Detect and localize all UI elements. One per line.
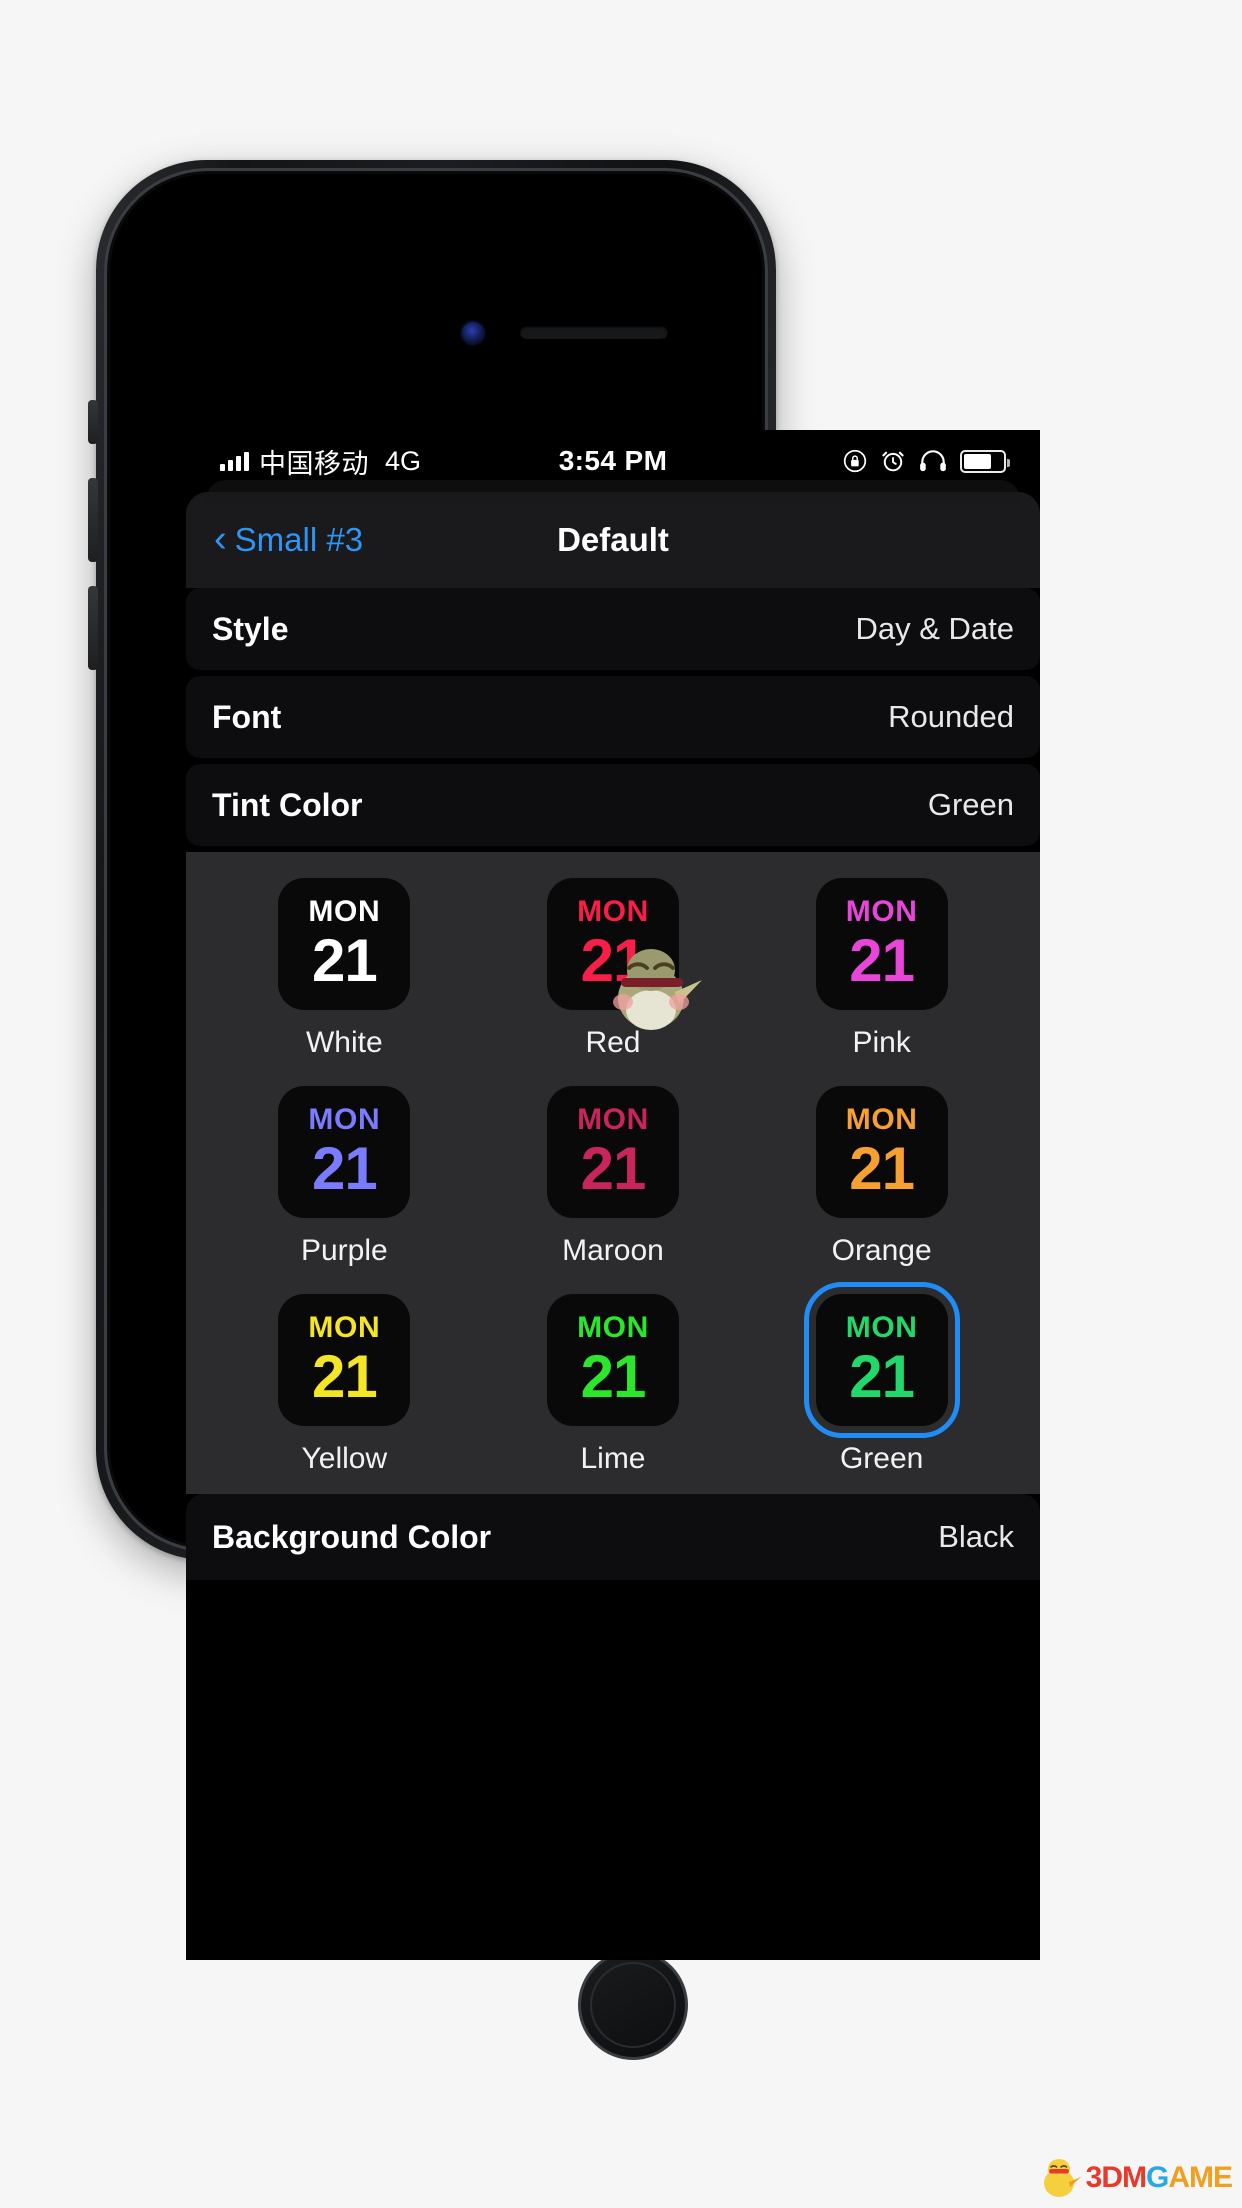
tint-color-option-lime[interactable]: MON 21 Lime <box>546 1294 679 1476</box>
setting-row-style[interactable]: Style Day & Date <box>186 588 1040 670</box>
swatch-date-label: 21 <box>580 1135 647 1202</box>
tint-color-swatch: MON 21 <box>803 1282 960 1438</box>
setting-label: Background Color <box>212 1518 492 1555</box>
navigation-bar: ‹ Small #3 Default <box>186 480 1040 588</box>
swatch-day-label: MON <box>845 1103 918 1136</box>
tint-color-label: Green <box>839 1442 924 1475</box>
setting-label: Style <box>212 610 289 647</box>
watermark-part-2: G <box>1145 2161 1169 2194</box>
swatch-day-label: MON <box>308 895 381 928</box>
tint-color-option-pink[interactable]: MON 21 Pink <box>815 878 948 1060</box>
settings-list: Style Day & Date Font Rounded Tint Color… <box>186 588 1040 846</box>
phone-screen: 中国移动 4G 3:54 PM ‹ Small #3 Default Style… <box>186 430 1040 1960</box>
swatch-date-label: 21 <box>849 1135 915 1202</box>
watermark-part-3: AME <box>1168 2161 1233 2194</box>
tint-color-label: Purple <box>300 1234 388 1267</box>
tint-color-label: Yellow <box>301 1442 388 1475</box>
earpiece-speaker <box>520 326 668 339</box>
tint-color-label: Pink <box>852 1026 911 1059</box>
swatch-date-label: 21 <box>311 1135 378 1202</box>
watermark-text: 3DMGAME <box>1085 2161 1233 2195</box>
screenshot-root: 中国移动 4G 3:54 PM ‹ Small #3 Default Style… <box>0 0 1242 2208</box>
tint-color-swatch: MON 21 <box>546 878 702 1030</box>
tint-color-swatch: MON 21 <box>278 878 411 1010</box>
volume-up-button[interactable] <box>88 478 98 562</box>
tint-color-swatch: MON 21 <box>546 1294 679 1426</box>
tint-color-picker: MON 21 White MON 21 Red MON 21 Pink MON 21 Purple MO… <box>186 852 1040 1494</box>
swatch-date-label: 21 <box>849 927 915 994</box>
swatch-day-label: MON <box>308 1311 381 1344</box>
swatch-date-label: 21 <box>580 1343 647 1410</box>
setting-value: Rounded <box>888 699 1014 734</box>
battery-icon <box>960 449 1010 473</box>
setting-value: Green <box>927 787 1014 822</box>
swatch-date-label: 21 <box>849 1343 915 1410</box>
setting-label: Tint Color <box>212 786 363 823</box>
silent-switch[interactable] <box>88 400 98 444</box>
tint-color-label: Maroon <box>562 1234 664 1267</box>
tint-color-label: Orange <box>831 1234 932 1267</box>
tint-color-swatch: MON 21 <box>278 1294 411 1426</box>
swatch-day-label: MON <box>577 1311 649 1344</box>
setting-row-font[interactable]: Font Rounded <box>186 676 1040 758</box>
carrier-label: 中国移动 <box>259 448 369 479</box>
status-bar-right <box>842 448 1010 474</box>
tint-color-option-red[interactable]: MON 21 Red <box>546 878 702 1060</box>
tint-color-label: Lime <box>580 1442 646 1475</box>
tint-color-grid: MON 21 White MON 21 Red MON 21 Pink MON 21 Purple MO… <box>210 878 1016 1476</box>
tint-color-option-orange[interactable]: MON 21 Orange <box>815 1086 948 1268</box>
swatch-day-label: MON <box>845 895 918 928</box>
chick-mascot-icon <box>1043 2159 1081 2197</box>
setting-row-tint-color[interactable]: Tint Color Green <box>186 764 1040 846</box>
tint-color-swatch: MON 21 <box>815 1086 948 1218</box>
tint-color-swatch: MON 21 <box>815 878 948 1010</box>
swatch-date-label: 21 <box>311 927 378 994</box>
swatch-day-label: MON <box>845 1311 918 1344</box>
tint-color-option-yellow[interactable]: MON 21 Yellow <box>278 1294 411 1476</box>
setting-label: Font <box>212 698 282 735</box>
setting-value: Black <box>938 1519 1014 1554</box>
tint-color-swatch: MON 21 <box>278 1086 411 1218</box>
signal-strength-icon <box>220 451 249 471</box>
watermark-part-1: 3DM <box>1085 2161 1147 2194</box>
swatch-day-label: MON <box>308 1103 381 1136</box>
volume-down-button[interactable] <box>88 586 98 670</box>
swatch-date-label: 21 <box>311 1343 378 1410</box>
alarm-clock-icon <box>880 448 906 474</box>
tint-color-label: White <box>305 1026 383 1059</box>
tint-color-option-maroon[interactable]: MON 21 Maroon <box>546 1086 679 1268</box>
headphones-icon <box>918 448 948 474</box>
setting-row-background-color[interactable]: Background Color Black <box>186 1494 1040 1580</box>
network-type-label: 4G <box>385 445 422 476</box>
back-button-label: Small #3 <box>234 521 364 558</box>
tint-color-option-white[interactable]: MON 21 White <box>278 878 411 1060</box>
chevron-left-icon: ‹ <box>214 517 227 560</box>
setting-value: Day & Date <box>855 611 1014 646</box>
swatch-day-label: MON <box>577 895 649 928</box>
front-camera-icon <box>462 322 484 344</box>
watermark: 3DMGAME <box>1036 2156 1233 2200</box>
swatch-date-label: 21 <box>580 927 647 994</box>
tint-color-option-purple[interactable]: MON 21 Purple <box>278 1086 411 1268</box>
tint-color-option-green[interactable]: MON 21 Green <box>803 1282 960 1476</box>
home-button[interactable] <box>578 1950 688 2060</box>
swatch-day-label: MON <box>577 1103 649 1136</box>
rotation-lock-icon <box>842 448 868 474</box>
status-bar-left: 中国移动 4G <box>220 442 421 481</box>
back-button[interactable]: ‹ Small #3 <box>214 517 364 560</box>
tint-color-label: Red <box>585 1026 641 1059</box>
tint-color-swatch: MON 21 <box>546 1086 679 1218</box>
